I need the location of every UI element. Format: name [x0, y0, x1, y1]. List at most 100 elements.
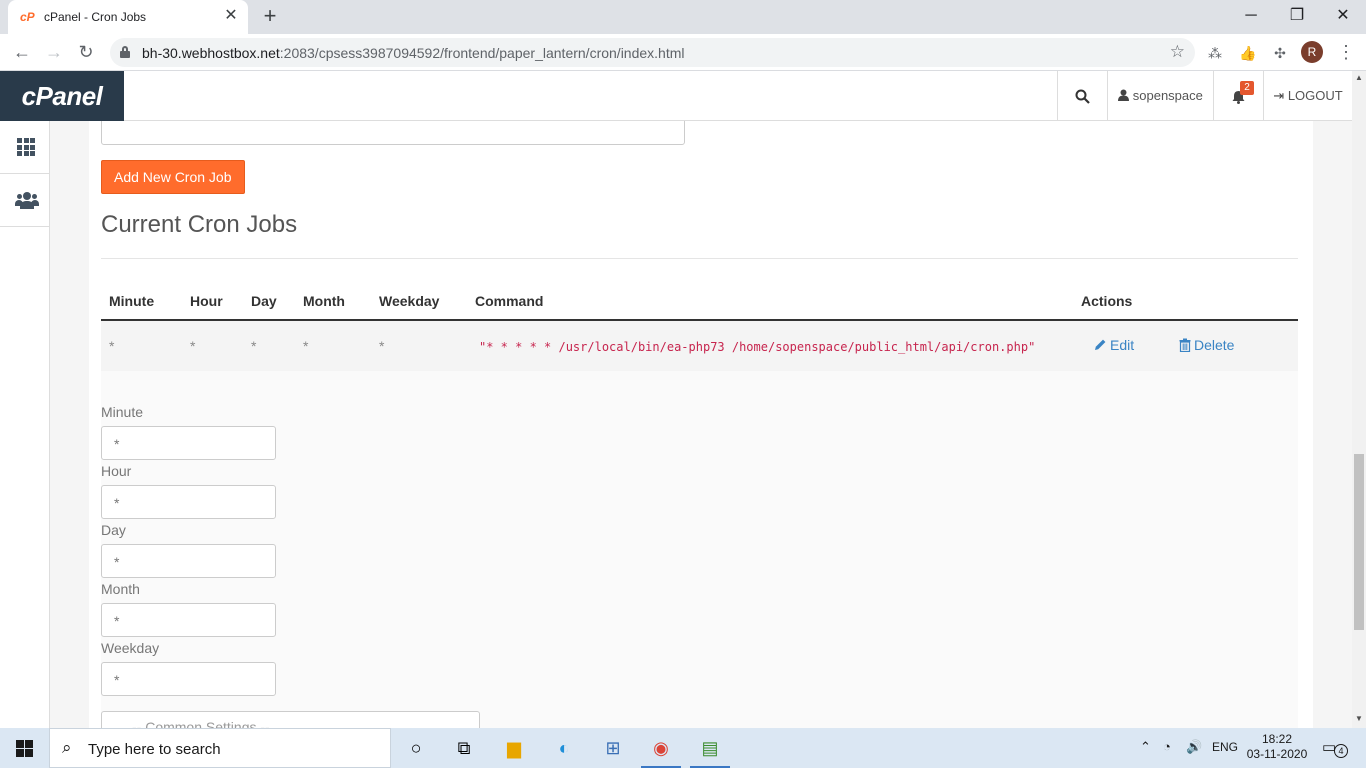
browser-menu-icon[interactable]: ⋮: [1336, 41, 1356, 63]
month-label: Month: [101, 581, 140, 597]
apps-grid-icon: [17, 138, 35, 156]
windows-start-icon[interactable]: [0, 728, 48, 768]
reload-button[interactable]: ↻: [74, 40, 98, 64]
logout-button[interactable]: ⇥ LOGOUT: [1263, 71, 1352, 121]
cpanel-sidebar: [0, 121, 50, 728]
action-center-count: 4: [1334, 744, 1348, 758]
action-center-icon[interactable]: ▭ 4: [1322, 738, 1352, 758]
column-header-month: Month: [303, 293, 345, 309]
cpanel-header: cPanel sopenspace 2 ⇥ LOGOUT: [0, 71, 1352, 121]
section-title: Current Cron Jobs: [101, 211, 298, 238]
column-header-command: Command: [475, 293, 544, 309]
address-bar[interactable]: bh-30.webhostbox.net:2083/cpsess39870945…: [110, 38, 1195, 67]
sidebar-item-home[interactable]: [0, 121, 49, 174]
cell-day: *: [251, 338, 257, 354]
header-search-button[interactable]: [1057, 71, 1107, 121]
cpanel-favicon-icon: cP: [20, 10, 35, 24]
logout-label: LOGOUT: [1287, 88, 1343, 103]
cell-hour: *: [190, 338, 196, 354]
new-tab-button[interactable]: +: [258, 5, 282, 29]
delete-label: Delete: [1194, 337, 1235, 353]
sign-out-icon: ⇥: [1273, 88, 1285, 103]
sidebar-item-users[interactable]: [0, 174, 49, 227]
users-icon: [15, 192, 39, 210]
page-scrollbar[interactable]: ▲ ▼: [1352, 71, 1366, 728]
minimize-window-button[interactable]: ─: [1228, 0, 1274, 32]
tab-title: cPanel - Cron Jobs: [44, 10, 147, 24]
main-content: Add New Cron Job Current Cron Jobs Minut…: [50, 121, 1352, 728]
taskbar-clock[interactable]: 18:22 03-11-2020: [1245, 732, 1309, 762]
column-header-minute: Minute: [109, 293, 155, 309]
profile-avatar[interactable]: R: [1301, 41, 1323, 63]
close-tab-icon[interactable]: ✕: [222, 7, 240, 25]
scroll-down-arrow-icon[interactable]: ▼: [1352, 712, 1366, 726]
language-indicator[interactable]: ENG: [1212, 739, 1238, 755]
search-icon: [1075, 89, 1090, 104]
scrollbar-thumb[interactable]: [1354, 454, 1364, 630]
hour-input[interactable]: *: [101, 485, 276, 519]
column-header-hour: Hour: [190, 293, 223, 309]
volume-icon[interactable]: 🔊: [1186, 739, 1202, 755]
cell-month: *: [303, 338, 309, 354]
forward-button[interactable]: →: [42, 40, 66, 64]
url-text[interactable]: bh-30.webhostbox.net:2083/cpsess39870945…: [142, 45, 685, 61]
tray-expand-icon[interactable]: ⌃: [1140, 739, 1151, 755]
taskbar-search-box[interactable]: ⌕ Type here to search: [49, 728, 391, 768]
restore-window-button[interactable]: ❐: [1274, 0, 1320, 32]
notification-badge: 2: [1240, 81, 1254, 95]
delete-cron-button[interactable]: Delete: [1179, 336, 1234, 354]
common-settings-select[interactable]: -- Common Settings -- ⌄: [101, 711, 480, 728]
cpanel-logo[interactable]: cPanel: [0, 71, 124, 121]
network-app-icon[interactable]: ⊞: [589, 728, 637, 768]
task-view-icon[interactable]: ⧉: [440, 728, 488, 768]
cron-panel: Add New Cron Job Current Cron Jobs Minut…: [89, 121, 1313, 728]
day-input[interactable]: *: [101, 544, 276, 578]
browser-tabstrip: cP cPanel - Cron Jobs ✕ + ─ ❐ ✕: [0, 0, 1366, 34]
puzzle-extensions-icon[interactable]: ✣: [1270, 43, 1290, 63]
scroll-up-arrow-icon[interactable]: ▲: [1352, 71, 1366, 85]
close-window-button[interactable]: ✕: [1320, 0, 1366, 32]
weekday-label: Weekday: [101, 640, 160, 656]
weekday-input[interactable]: *: [101, 662, 276, 696]
cell-weekday: *: [379, 338, 385, 354]
cell-minute: *: [109, 338, 115, 354]
common-settings-value: -- Common Settings --: [132, 719, 270, 728]
edge-browser-icon[interactable]: ◐: [540, 728, 588, 768]
column-header-day: Day: [251, 293, 277, 309]
clock-date: 03-11-2020: [1246, 747, 1308, 761]
thumbs-up-extension-icon[interactable]: 👍: [1238, 43, 1258, 63]
notifications-button[interactable]: 2: [1213, 71, 1263, 121]
add-new-cron-job-button[interactable]: Add New Cron Job: [101, 160, 245, 194]
edit-cron-button[interactable]: Edit: [1094, 336, 1134, 354]
notepad-app-icon[interactable]: ▤: [686, 728, 734, 768]
clock-time: 18:22: [1261, 732, 1293, 746]
bookmark-star-icon[interactable]: ☆: [1170, 43, 1185, 61]
back-button[interactable]: ←: [10, 40, 34, 64]
username: sopenspace: [1132, 88, 1203, 103]
edit-label: Edit: [1110, 337, 1135, 353]
browser-tab[interactable]: cP cPanel - Cron Jobs ✕: [8, 0, 248, 34]
taskbar-search-placeholder: Type here to search: [88, 741, 221, 758]
minute-input[interactable]: *: [101, 426, 276, 460]
cell-command: "* * * * * /usr/local/bin/ea-php73 /home…: [479, 340, 1036, 354]
chevron-down-icon: ⌄: [462, 720, 473, 728]
extension-icon[interactable]: ⁂: [1205, 43, 1225, 63]
search-icon: ⌕: [62, 738, 72, 757]
minute-label: Minute: [101, 404, 144, 420]
lock-icon[interactable]: [120, 46, 130, 58]
day-label: Day: [101, 522, 126, 538]
file-explorer-icon[interactable]: ▆: [490, 728, 538, 768]
wifi-icon[interactable]: ◔: [1163, 739, 1171, 755]
windows-taskbar: ⌕ Type here to search ○ ⧉ ▆ ◐ ⊞ ◉ ▤ ⌃ ◔ …: [0, 728, 1366, 768]
user-menu[interactable]: sopenspace: [1107, 71, 1213, 121]
chrome-icon[interactable]: ◉: [637, 728, 685, 768]
column-header-weekday: Weekday: [379, 293, 440, 309]
column-header-actions: Actions: [1081, 293, 1133, 309]
month-input[interactable]: *: [101, 603, 276, 637]
trash-icon: [1179, 338, 1191, 352]
user-icon: [1118, 89, 1130, 101]
hour-label: Hour: [101, 463, 132, 479]
command-input[interactable]: [101, 121, 685, 145]
edit-cron-form: Minute * Hour * Day * Month * Weekday * …: [101, 371, 1298, 728]
cortana-icon[interactable]: ○: [392, 728, 440, 768]
